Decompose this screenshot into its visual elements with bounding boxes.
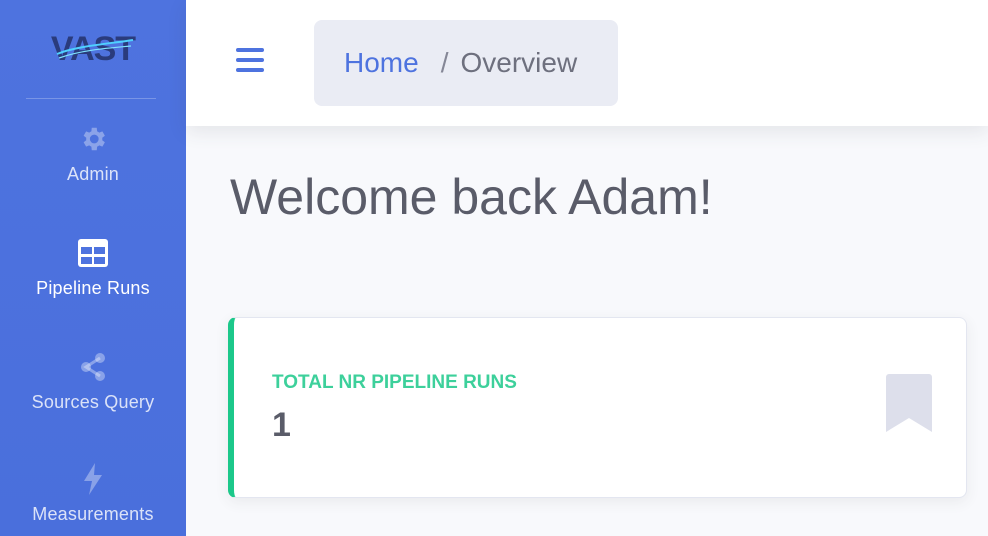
breadcrumb-current: Overview — [460, 47, 578, 78]
breadcrumb-separator: / — [440, 47, 449, 78]
sidebar-item-admin[interactable]: Admin — [0, 124, 186, 214]
sidebar-item-measurements[interactable]: Measurements — [0, 463, 186, 536]
breadcrumb-home-link[interactable]: Home — [344, 47, 419, 79]
share-icon — [78, 352, 108, 382]
app: VAST Admin Pipeline Runs Sources Query M… — [0, 0, 988, 536]
sidebar-item-label: Pipeline Runs — [36, 278, 150, 298]
svg-text:VAST: VAST — [51, 30, 136, 68]
page-title: Welcome back Adam! — [230, 169, 713, 225]
sidebar-item-pipeline-runs[interactable]: Pipeline Runs — [0, 238, 186, 328]
hamburger-menu-icon[interactable] — [236, 48, 264, 74]
brand-logo[interactable]: VAST — [0, 26, 186, 70]
sidebar-item-label: Sources Query — [31, 392, 155, 412]
sidebar-divider — [26, 98, 156, 99]
breadcrumb: Home / Overview — [314, 20, 618, 106]
card-value: 1 — [272, 406, 291, 444]
gear-icon — [78, 124, 108, 154]
card-title: TOTAL NR PIPELINE RUNS — [272, 372, 517, 393]
sidebar: VAST Admin Pipeline Runs Sources Query M… — [0, 0, 186, 536]
topbar: Home / Overview — [186, 0, 988, 126]
sidebar-item-label: Admin — [66, 164, 120, 184]
bookmark-icon — [886, 374, 932, 432]
table-icon — [78, 238, 108, 268]
vast-logo-icon: VAST — [51, 30, 137, 68]
sidebar-item-sources-query[interactable]: Sources Query — [0, 352, 186, 442]
total-runs-card: TOTAL NR PIPELINE RUNS 1 — [228, 317, 967, 498]
sidebar-item-label: Measurements — [32, 504, 154, 524]
bolt-icon — [78, 463, 108, 495]
